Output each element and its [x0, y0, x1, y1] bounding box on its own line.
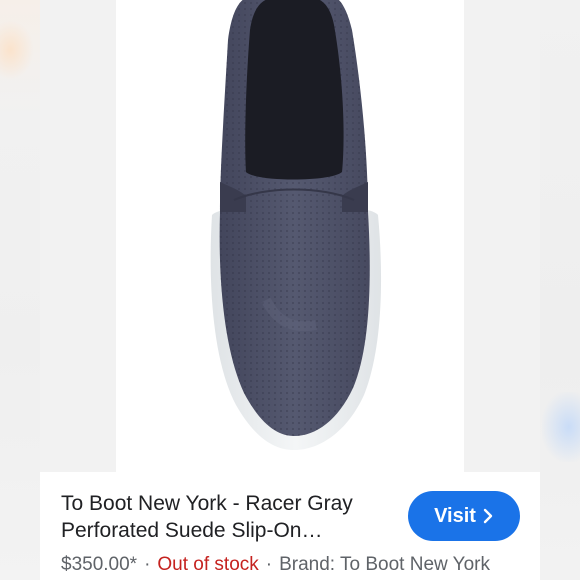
stock-status: Out of stock [157, 554, 259, 575]
separator-dot: · [144, 554, 151, 575]
visit-button-label: Visit [434, 504, 476, 527]
visit-button[interactable]: Visit [408, 491, 520, 541]
product-info-panel: To Boot New York - Racer Gray Perforated… [40, 472, 540, 580]
price-text: $350.00* [61, 554, 138, 575]
slip-on-shoe-image [210, 0, 382, 450]
blurred-backdrop-left [0, 0, 40, 580]
separator-dot: · [265, 554, 273, 575]
brand-text: Brand: To Boot New York [279, 554, 491, 575]
product-title[interactable]: To Boot New York - Racer Gray Perforated… [61, 490, 391, 544]
product-photo [116, 0, 464, 472]
chevron-right-icon [482, 508, 494, 524]
screen: To Boot New York - Racer Gray Perforated… [0, 0, 580, 580]
product-meta-row: $350.00* · Out of stock · Brand: To Boot New… [61, 553, 490, 577]
blurred-backdrop-right [540, 0, 580, 580]
product-image-area[interactable] [40, 0, 540, 472]
product-title-line-2: Perforated Suede Slip-On… [61, 519, 323, 542]
product-title-line-1: To Boot New York - Racer Gray [61, 492, 353, 515]
product-card: To Boot New York - Racer Gray Perforated… [40, 0, 540, 580]
